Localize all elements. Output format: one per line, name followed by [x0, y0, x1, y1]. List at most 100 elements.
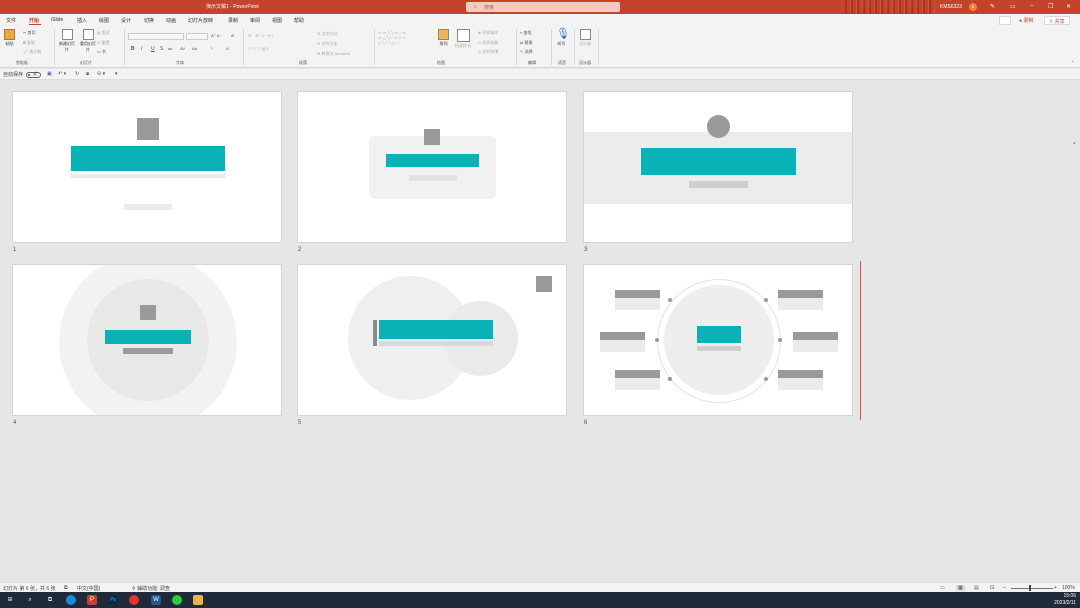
shape-outline-button[interactable]: ◇ 形状轮廓	[478, 40, 498, 46]
tab-review[interactable]: 审阅	[250, 17, 260, 24]
scroll-up-icon[interactable]: ▴	[1073, 140, 1079, 150]
zoom-slider[interactable]	[1011, 588, 1053, 589]
grow-font-icon[interactable]: A⁺ A⁻	[211, 33, 221, 38]
ribbon-display-icon[interactable]: ▭	[1010, 3, 1016, 10]
dictate-button[interactable]: 🎙 听写	[556, 29, 570, 47]
clock[interactable]: 15:06 2023/2/11	[1046, 593, 1076, 607]
italic-button[interactable]: I	[141, 46, 142, 52]
text-direction-button[interactable]: ⇅ 文字方向	[317, 31, 337, 37]
cut-button[interactable]: ✂ 剪切	[23, 30, 35, 36]
change-case-icon[interactable]: Aa	[192, 46, 197, 51]
font-name-field[interactable]	[128, 33, 184, 40]
shadow-button[interactable]: S	[160, 46, 163, 52]
tab-transitions[interactable]: 切换	[144, 17, 154, 24]
start-icon[interactable]: ⊞	[5, 595, 15, 605]
shapes-gallery[interactable]: ▭▭╲╲▭○▭ ▭△╲⌐▭◇⇩ △╲⌐╲{}☆	[378, 30, 407, 45]
record-button[interactable]: ● 录制	[1015, 16, 1037, 25]
font-size-field[interactable]	[186, 33, 208, 40]
find-button[interactable]: ⌕ 查找	[520, 30, 531, 36]
align-icons[interactable]: ≡ ≡ ≡ ≡ ▥ ‖	[248, 46, 268, 51]
slide-thumbnail-1[interactable]	[12, 91, 282, 243]
edge-icon[interactable]	[66, 595, 76, 605]
accessibility-status[interactable]: ⚲ 辅助功能: 调查	[132, 585, 170, 592]
format-painter-button[interactable]: 🖌 格式刷	[23, 49, 41, 55]
zoom-in-icon[interactable]: +	[1054, 585, 1057, 591]
shape-fill-button[interactable]: ◈ 形状填充	[478, 30, 498, 36]
tab-file[interactable]: 文件	[6, 17, 16, 24]
quick-styles-button[interactable]: 快速样式	[455, 29, 471, 49]
underline-button[interactable]: U	[151, 46, 155, 52]
normal-view-icon[interactable]: ▭	[940, 585, 945, 591]
slide-thumbnail-2[interactable]	[297, 91, 567, 243]
undo-icon[interactable]: ↶ ▾	[58, 71, 66, 77]
language-status[interactable]: 中文(中国)	[77, 585, 100, 592]
tab-draw[interactable]: 绘图	[99, 17, 109, 24]
slide-thumbnail-3[interactable]	[583, 91, 853, 243]
redo-icon[interactable]: ↻	[75, 71, 79, 77]
tab-slideshow[interactable]: 幻灯片放映	[188, 17, 213, 24]
slide-thumbnail-4[interactable]	[12, 264, 282, 416]
arrange-button[interactable]: 排列	[438, 29, 449, 47]
share-button[interactable]: ⇪ 共享	[1044, 16, 1070, 25]
strikethrough-icon[interactable]: ab	[168, 46, 172, 51]
align-text-button[interactable]: ⊟ 对齐文本	[317, 41, 337, 47]
search-icon[interactable]: ⌕	[25, 595, 35, 605]
search-box[interactable]: ⌕ 搜索	[466, 2, 620, 12]
layout-button[interactable]: ▤ 版式	[97, 30, 110, 36]
clear-format-icon[interactable]: A̸	[231, 33, 234, 38]
slide-sorter-view-icon[interactable]: ▦	[956, 585, 965, 591]
word-icon[interactable]: W	[151, 595, 161, 605]
section-button[interactable]: ▭ 节	[97, 49, 106, 55]
label-box-top-left	[615, 290, 660, 298]
task-view-icon[interactable]: ⧉	[45, 595, 55, 605]
close-icon[interactable]: ✕	[1066, 3, 1071, 10]
maximize-icon[interactable]: ❐	[1048, 3, 1053, 10]
bold-button[interactable]: B	[131, 46, 135, 52]
tab-view[interactable]: 视图	[272, 17, 282, 24]
slide-thumbnail-5[interactable]	[297, 264, 567, 416]
wechat-icon[interactable]	[172, 595, 182, 605]
present-icon[interactable]: ⧈	[86, 71, 89, 77]
slideshow-view-icon[interactable]: ⊡	[990, 585, 994, 591]
tab-insert[interactable]: 插入	[77, 17, 87, 24]
reset-button[interactable]: ↺ 重置	[97, 40, 109, 46]
select-button[interactable]: ↖ 选择	[520, 49, 532, 55]
tab-design[interactable]: 设计	[121, 17, 131, 24]
tab-help[interactable]: 帮助	[294, 17, 304, 24]
smartart-button[interactable]: ⊞ 转换为 SmartArt	[317, 51, 350, 57]
reuse-slide-button[interactable]: 重用幻灯片	[79, 29, 97, 53]
save-icon[interactable]: ▣	[47, 71, 52, 77]
highlight-icon[interactable]: ✎	[210, 46, 213, 51]
paste-button[interactable]: 粘贴	[4, 29, 15, 47]
minimize-icon[interactable]: –	[1030, 3, 1033, 9]
comments-button[interactable]	[999, 16, 1011, 25]
new-slide-button[interactable]: 新建幻灯片	[58, 29, 76, 53]
tab-record[interactable]: 录制	[228, 17, 238, 24]
pen-icon[interactable]: ✎	[990, 3, 995, 10]
user-name[interactable]: KMS6323	[940, 4, 962, 10]
spacing-icon[interactable]: AV	[180, 46, 185, 51]
tab-home[interactable]: 开始	[29, 17, 39, 24]
zoom-slider-thumb[interactable]	[1029, 585, 1031, 591]
font-color-icon[interactable]: A	[226, 46, 229, 51]
replace-button[interactable]: ⇄ 替换	[520, 40, 532, 46]
tab-islide[interactable]: iSlide	[51, 17, 63, 23]
zoom-level[interactable]: 100%	[1062, 585, 1075, 591]
file-explorer-icon[interactable]	[193, 595, 203, 605]
collapse-ribbon-icon[interactable]: ⌃	[1071, 60, 1074, 65]
netease-music-icon[interactable]	[129, 595, 139, 605]
powerpoint-icon[interactable]: P	[87, 595, 97, 605]
slide-thumbnail-6[interactable]	[583, 264, 853, 416]
bullets-icon[interactable]: ☰ · ☰ · ⇤ ⇥ ≡	[248, 33, 274, 38]
proofing-icon[interactable]: ⧉	[64, 585, 68, 591]
reading-view-icon[interactable]: ▤	[974, 585, 979, 591]
zoom-out-icon[interactable]: –	[1003, 585, 1006, 591]
tab-animations[interactable]: 动画	[166, 17, 176, 24]
copy-button[interactable]: ⧉ 复制	[23, 40, 35, 46]
designer-button[interactable]: 设计器	[579, 29, 591, 47]
customize-qat-icon[interactable]: ▾	[115, 71, 118, 77]
shape-effects-button[interactable]: ◎ 形状效果	[478, 49, 499, 55]
avatar[interactable]: K	[969, 3, 977, 11]
shapes-icon[interactable]: ⊙ ▾	[97, 71, 105, 77]
photoshop-icon[interactable]: Ps	[108, 595, 118, 605]
